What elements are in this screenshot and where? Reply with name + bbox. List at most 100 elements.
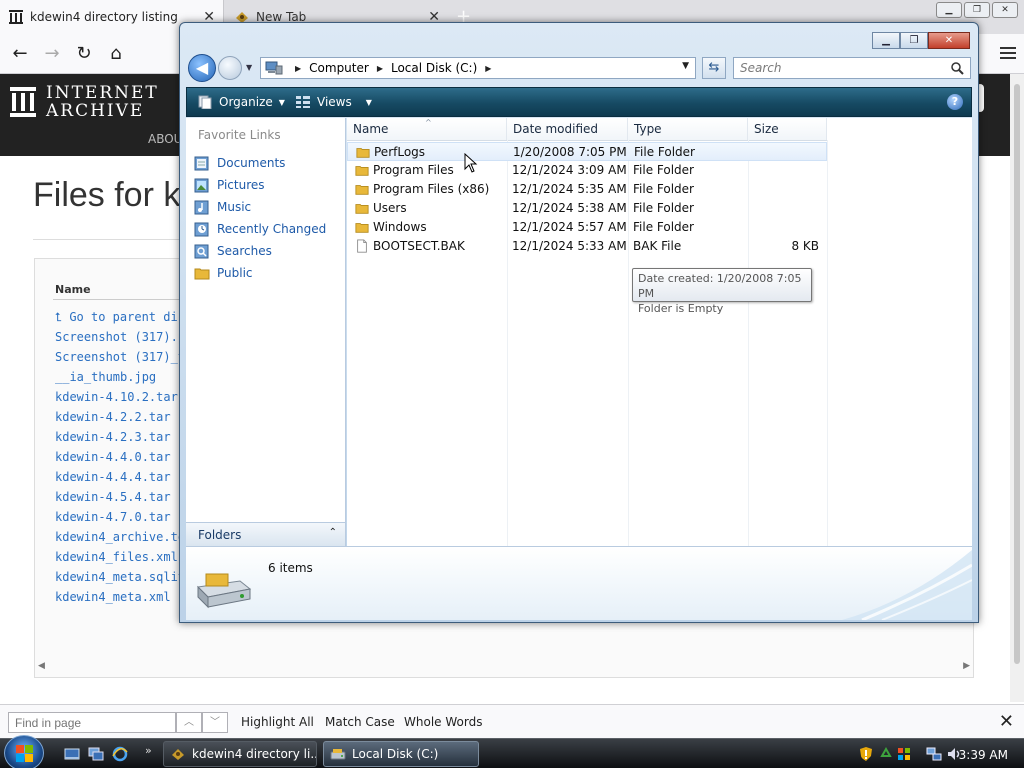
hard-drive-icon — [196, 573, 252, 609]
file-row-windows[interactable]: Windows 12/1/2024 5:57 AM File Folder — [347, 218, 827, 237]
chevron-up-icon: ⌃ — [328, 527, 337, 538]
breadcrumb-local-disk[interactable]: Local Disk (C:) — [391, 61, 477, 75]
explorer-back-button[interactable]: ◀ — [188, 54, 216, 82]
recent-pages-dropdown-icon[interactable]: ▼ — [246, 63, 252, 72]
search-icon[interactable] — [950, 61, 964, 75]
views-icon — [296, 96, 310, 108]
reload-button[interactable]: ↻ — [72, 42, 96, 66]
windows-update-icon[interactable] — [896, 746, 912, 762]
favorite-link-documents[interactable]: Documents — [194, 152, 326, 174]
browser-restore-button[interactable]: ❐ — [964, 2, 990, 18]
favorite-link-music[interactable]: Music — [194, 196, 326, 218]
favorite-link-pictures[interactable]: Pictures — [194, 174, 326, 196]
column-header-type[interactable]: Type — [628, 118, 748, 140]
files-column-header[interactable]: Name — [55, 283, 91, 296]
file-type: File Folder — [633, 163, 694, 177]
forward-button[interactable]: → — [40, 42, 64, 66]
file-link[interactable]: kdewin-4.7.0.tar ( — [55, 507, 185, 527]
file-link[interactable]: kdewin4_archive.to — [55, 527, 185, 547]
file-date: 12/1/2024 5:57 AM — [512, 220, 627, 234]
browser-minimize-button[interactable]: ▁ — [936, 2, 962, 18]
explorer-forward-button[interactable] — [218, 56, 242, 80]
help-icon[interactable]: ? — [947, 94, 963, 110]
browser-close-button[interactable]: ✕ — [992, 2, 1018, 18]
breadcrumb-computer[interactable]: Computer — [309, 61, 369, 75]
find-bar: ︿ ﹀ Highlight All Match Case Whole Words… — [0, 704, 1024, 738]
explorer-close-button[interactable]: ✕ — [928, 32, 970, 49]
file-row-users[interactable]: Users 12/1/2024 5:38 AM File Folder — [347, 199, 827, 218]
column-header-size[interactable]: Size — [748, 118, 827, 140]
taskbar-task-browser[interactable]: kdewin4 directory li... — [163, 741, 317, 767]
scrollbar-thumb[interactable] — [1014, 84, 1020, 664]
favorite-link-searches[interactable]: Searches — [194, 240, 326, 262]
internet-archive-logo[interactable]: INTERNET ARCHIVE — [10, 84, 159, 120]
whole-words-toggle[interactable]: Whole Words — [404, 715, 482, 729]
breadcrumb-separator-icon[interactable]: ▶ — [377, 64, 383, 73]
back-button[interactable]: ← — [8, 42, 32, 66]
switch-windows-icon[interactable] — [88, 746, 104, 762]
breadcrumb-separator-icon[interactable]: ▶ — [295, 64, 301, 73]
file-link[interactable]: kdewin4_meta.sqlit — [55, 567, 185, 587]
menu-icon[interactable] — [1000, 44, 1016, 62]
file-link[interactable]: kdewin4_meta.xml — [55, 587, 185, 607]
home-button[interactable]: ⌂ — [104, 42, 128, 66]
explorer-minimize-button[interactable]: ▁ — [872, 32, 900, 49]
quick-launch-more-icon[interactable]: » — [145, 744, 152, 757]
parent-directory-link[interactable]: ⮤ Go to parent di — [55, 307, 185, 327]
documents-icon — [194, 156, 209, 171]
explorer-window-controls: ▁ ❐ ✕ — [872, 32, 970, 49]
file-row-bootsect-bak[interactable]: BOOTSECT.BAK 12/1/2024 5:33 AM BAK File … — [347, 237, 827, 256]
computer-icon — [265, 61, 283, 75]
scroll-left-icon[interactable]: ◀ — [38, 661, 45, 671]
views-button[interactable]: Views ▼ — [295, 95, 372, 109]
internet-explorer-icon[interactable] — [112, 746, 128, 762]
address-bar[interactable]: ▶ Computer ▶ Local Disk (C:) ▶ ▼ — [260, 57, 696, 79]
file-link[interactable]: kdewin-4.5.4.tar ( — [55, 487, 185, 507]
security-shield-icon[interactable] — [858, 746, 874, 762]
find-next-button[interactable]: ﹀ — [202, 712, 228, 733]
recycle-icon[interactable] — [878, 746, 894, 762]
favorite-link-public[interactable]: Public — [194, 262, 326, 284]
favorite-link-recently-changed[interactable]: Recently Changed — [194, 218, 326, 240]
nav-item-about[interactable]: ABOU — [148, 132, 182, 146]
taskbar-task-explorer[interactable]: Local Disk (C:) — [323, 741, 479, 767]
title-divider — [33, 239, 183, 240]
find-bar-close-icon[interactable]: ✕ — [999, 711, 1014, 732]
column-header-name[interactable]: ^ Name — [347, 118, 507, 140]
explorer-window: ▁ ❐ ✕ ◀ ▼ ▶ Computer ▶ Local Disk (C:) ▶… — [179, 22, 979, 623]
address-dropdown-icon[interactable]: ▼ — [682, 61, 689, 71]
scroll-right-icon[interactable]: ▶ — [963, 661, 970, 671]
organize-button[interactable]: Organize ▼ — [197, 95, 285, 109]
folders-pane-toggle[interactable]: Folders ⌃ — [186, 522, 346, 546]
file-link[interactable]: kdewin-4.2.3.tar ( — [55, 427, 185, 447]
find-in-page-input[interactable] — [8, 712, 176, 733]
start-button[interactable] — [4, 735, 44, 768]
file-row-program-files[interactable]: Program Files 12/1/2024 3:09 AM File Fol… — [347, 161, 827, 180]
network-icon[interactable] — [926, 746, 942, 762]
file-row-program-files-x86[interactable]: Program Files (x86) 12/1/2024 5:35 AM Fi… — [347, 180, 827, 199]
file-link[interactable]: Screenshot (317)_t — [55, 347, 185, 367]
file-link[interactable]: Screenshot (317).p — [55, 327, 185, 347]
breadcrumb-separator-icon[interactable]: ▶ — [485, 64, 491, 73]
highlight-all-toggle[interactable]: Highlight All — [241, 715, 314, 729]
vertical-scrollbar[interactable] — [1010, 74, 1024, 702]
file-link[interactable]: kdewin-4.4.0.tar ( — [55, 447, 185, 467]
match-case-toggle[interactable]: Match Case — [325, 715, 395, 729]
file-link[interactable]: kdewin-4.2.2.tar ( — [55, 407, 185, 427]
taskbar-clock[interactable]: 3:39 AM — [959, 748, 1008, 762]
file-row-perflogs[interactable]: PerfLogs 1/20/2008 7:05 PM File Folder — [347, 142, 827, 161]
file-link[interactable]: kdewin-4.10.2.tar — [55, 387, 185, 407]
file-date: 12/1/2024 3:09 AM — [512, 163, 627, 177]
refresh-button[interactable]: ⇆ — [702, 57, 726, 79]
file-link[interactable]: kdewin4_files.xml — [55, 547, 185, 567]
file-name: BOOTSECT.BAK — [373, 239, 465, 253]
horizontal-scrollbar[interactable]: ◀ ▶ — [36, 660, 972, 674]
file-link[interactable]: __ia_thumb.jpg — [55, 367, 185, 387]
explorer-search-input[interactable]: Search — [733, 57, 971, 79]
column-header-date-modified[interactable]: Date modified — [507, 118, 628, 140]
file-link[interactable]: kdewin-4.4.4.tar ( — [55, 467, 185, 487]
folder-icon — [356, 148, 370, 158]
show-desktop-icon[interactable] — [64, 746, 80, 762]
explorer-maximize-button[interactable]: ❐ — [900, 32, 928, 49]
find-previous-button[interactable]: ︿ — [176, 712, 202, 733]
